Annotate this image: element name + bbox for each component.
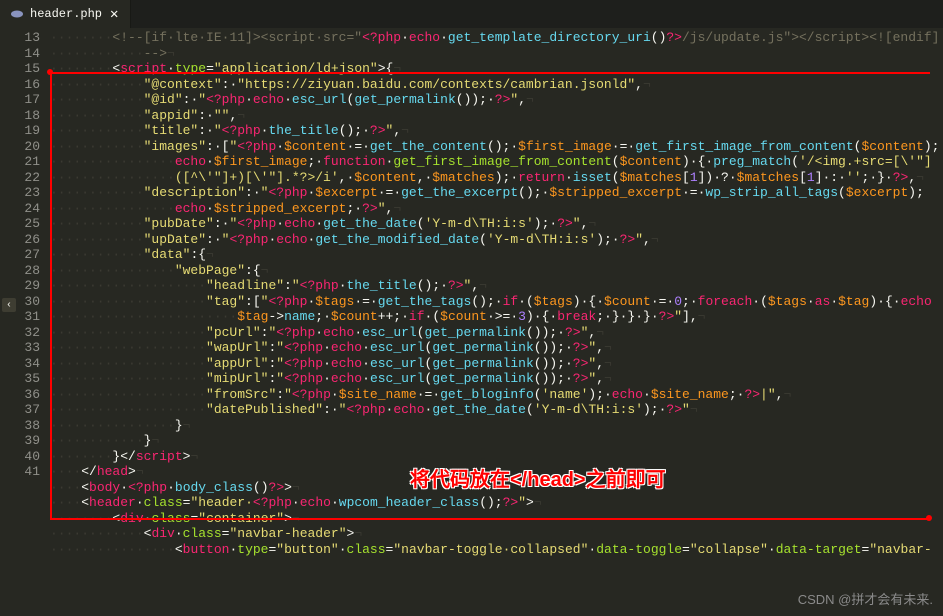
fold-indicator[interactable]: ‹ [2, 298, 16, 312]
editor[interactable]: 1314151617181920212223242526272829303132… [0, 28, 943, 616]
annotation-line [50, 72, 930, 74]
annotation-line [50, 518, 930, 520]
annotation-text: 将代码放在</head>之前即可 [410, 463, 666, 492]
annotation-dot [926, 515, 932, 521]
php-file-icon [10, 7, 24, 21]
watermark: CSDN @拼才会有未来. [798, 589, 933, 608]
tab-header-php[interactable]: header.php ✕ [0, 0, 131, 28]
annotation-dot [47, 69, 53, 75]
annotation-line [50, 72, 52, 518]
close-icon[interactable]: ✕ [108, 6, 120, 23]
tab-bar: header.php ✕ [0, 0, 943, 28]
line-numbers: 1314151617181920212223242526272829303132… [0, 28, 50, 616]
code-area[interactable]: ········<!--[if·lte·IE·11]><script·src="… [50, 28, 943, 616]
tab-title: header.php [30, 7, 102, 21]
